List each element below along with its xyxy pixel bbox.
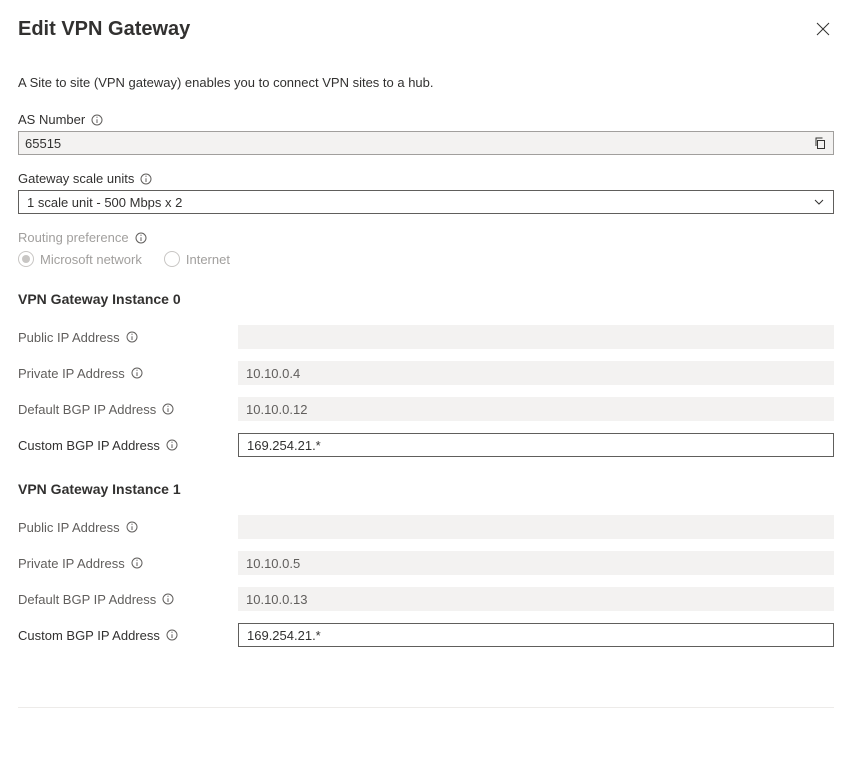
close-button[interactable]: [812, 18, 834, 43]
instance1-custom-bgp-label: Custom BGP IP Address: [18, 628, 160, 643]
info-icon[interactable]: [140, 173, 152, 185]
instance1-public-ip-value: [238, 515, 834, 539]
as-number-field: 65515: [18, 131, 834, 155]
instance0-private-ip-label: Private IP Address: [18, 366, 125, 381]
instance0-custom-bgp-input[interactable]: [238, 433, 834, 457]
instance1-default-bgp-label: Default BGP IP Address: [18, 592, 156, 607]
as-number-value: 65515: [25, 136, 61, 151]
routing-pref-ms-label: Microsoft network: [40, 252, 142, 267]
scale-units-select[interactable]: 1 scale unit - 500 Mbps x 2: [18, 190, 834, 214]
info-icon[interactable]: [162, 593, 174, 605]
instance0-default-bgp-value: 10.10.0.12: [238, 397, 834, 421]
panel-description: A Site to site (VPN gateway) enables you…: [18, 75, 834, 90]
instance0-public-ip-value: [238, 325, 834, 349]
routing-pref-label: Routing preference: [18, 230, 129, 245]
divider: [18, 707, 834, 708]
routing-pref-microsoft-radio: Microsoft network: [18, 251, 142, 267]
info-icon[interactable]: [126, 331, 138, 343]
info-icon[interactable]: [126, 521, 138, 533]
instance-1-heading: VPN Gateway Instance 1: [18, 481, 834, 497]
as-number-label: AS Number: [18, 112, 85, 127]
routing-pref-internet-radio: Internet: [164, 251, 230, 267]
info-icon[interactable]: [91, 114, 103, 126]
instance-0-heading: VPN Gateway Instance 0: [18, 291, 834, 307]
instance0-public-ip-label: Public IP Address: [18, 330, 120, 345]
info-icon: [135, 232, 147, 244]
instance1-private-ip-label: Private IP Address: [18, 556, 125, 571]
chevron-down-icon: [813, 196, 825, 208]
info-icon[interactable]: [131, 557, 143, 569]
page-title: Edit VPN Gateway: [18, 18, 190, 41]
instance1-custom-bgp-input[interactable]: [238, 623, 834, 647]
scale-units-label: Gateway scale units: [18, 171, 134, 186]
close-icon: [816, 22, 830, 36]
instance0-custom-bgp-label: Custom BGP IP Address: [18, 438, 160, 453]
info-icon[interactable]: [166, 629, 178, 641]
info-icon[interactable]: [166, 439, 178, 451]
instance0-default-bgp-label: Default BGP IP Address: [18, 402, 156, 417]
instance1-default-bgp-value: 10.10.0.13: [238, 587, 834, 611]
info-icon[interactable]: [131, 367, 143, 379]
copy-icon: [813, 136, 827, 150]
radio-icon: [164, 251, 180, 267]
radio-icon: [18, 251, 34, 267]
instance1-public-ip-label: Public IP Address: [18, 520, 120, 535]
instance0-private-ip-value: 10.10.0.4: [238, 361, 834, 385]
copy-button[interactable]: [813, 136, 827, 150]
routing-pref-internet-label: Internet: [186, 252, 230, 267]
scale-units-value: 1 scale unit - 500 Mbps x 2: [27, 195, 182, 210]
instance1-private-ip-value: 10.10.0.5: [238, 551, 834, 575]
info-icon[interactable]: [162, 403, 174, 415]
